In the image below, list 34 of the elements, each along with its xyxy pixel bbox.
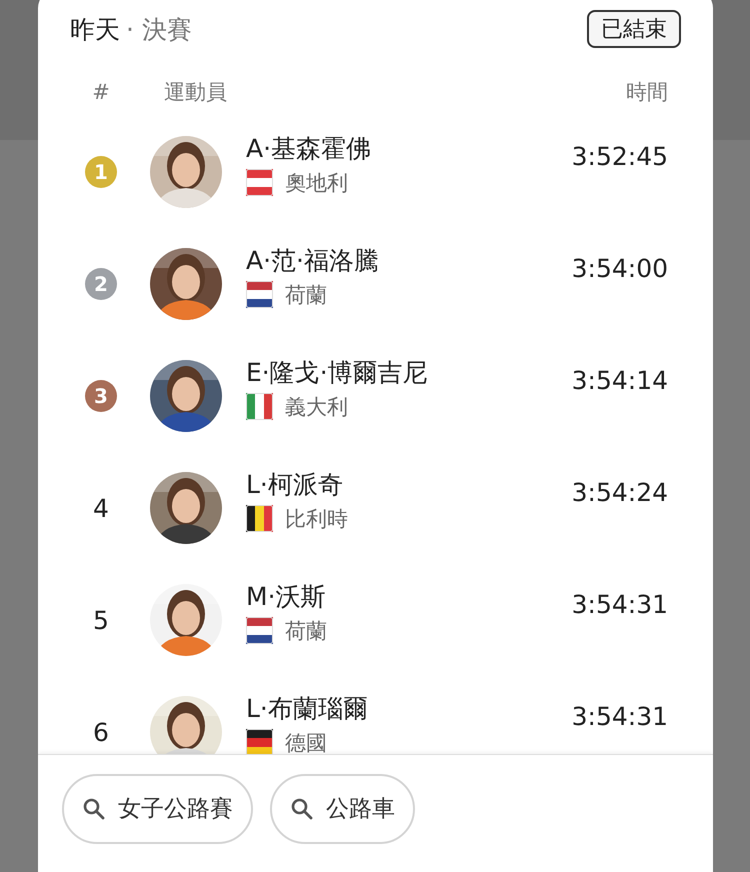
country-name: 奧地利 xyxy=(285,170,348,196)
day-label: 昨天 xyxy=(70,14,120,46)
country-name: 比利時 xyxy=(285,506,348,532)
round-label: · 決賽 xyxy=(126,14,192,46)
rank-number: 5 xyxy=(93,606,109,634)
finish-time: 3:54:31 xyxy=(572,590,668,618)
country-name: 荷蘭 xyxy=(285,282,327,308)
athlete-name: M·沃斯 xyxy=(246,580,327,612)
country-name: 義大利 xyxy=(285,394,348,420)
athlete-name: A·基森霍佛 xyxy=(246,132,372,164)
column-header: 運動員 xyxy=(164,79,228,106)
rank-number: 4 xyxy=(93,494,109,522)
rank-number: 6 xyxy=(93,718,109,746)
search-chip[interactable]: 女子公路賽 xyxy=(62,774,253,844)
finish-time: 3:54:00 xyxy=(572,254,668,282)
search-icon xyxy=(290,796,314,820)
medal-badge: 3 xyxy=(85,380,117,412)
medal-badge: 2 xyxy=(85,268,117,300)
country-name: 德國 xyxy=(285,730,327,754)
country-name: 荷蘭 xyxy=(285,618,327,644)
athlete-name: L·布蘭瑙爾 xyxy=(246,692,369,724)
status-badge: 已結束 xyxy=(587,10,681,48)
column-header: # xyxy=(91,80,111,104)
finish-time: 3:54:14 xyxy=(572,366,668,394)
athlete-name: E·隆戈·博爾吉尼 xyxy=(246,356,429,388)
medal-badge: 1 xyxy=(85,156,117,188)
search-chip[interactable]: 公路車 xyxy=(270,774,415,844)
athlete-name: A·范·福洛騰 xyxy=(246,244,380,276)
search-icon xyxy=(82,796,106,820)
finish-time: 3:52:45 xyxy=(572,142,668,170)
finish-time: 3:54:24 xyxy=(572,478,668,506)
athlete-name: L·柯派奇 xyxy=(246,468,344,500)
column-header: 時間 xyxy=(626,79,668,106)
finish-time: 3:54:31 xyxy=(572,702,668,730)
